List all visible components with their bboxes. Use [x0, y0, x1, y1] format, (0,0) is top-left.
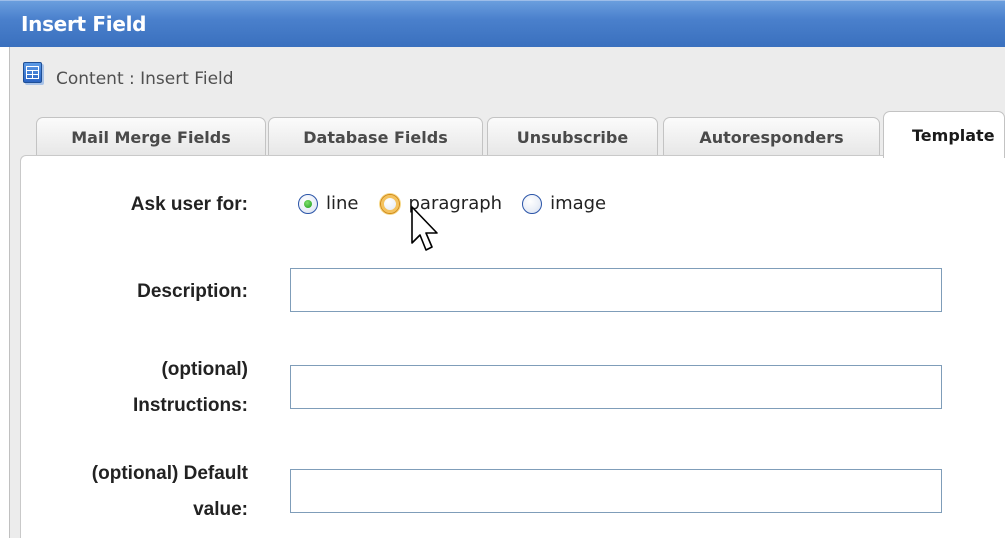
description-label: Description: — [137, 281, 248, 302]
window-title: Insert Field — [21, 12, 147, 36]
tab-mail-merge-fields[interactable]: Mail Merge Fields — [36, 117, 266, 157]
tab-template[interactable]: Template — [883, 111, 1005, 158]
description-input[interactable] — [290, 268, 942, 312]
window-title-bar: Insert Field — [0, 0, 1005, 47]
tab-autoresponders[interactable]: Autoresponders — [663, 117, 880, 157]
radio-image-label[interactable]: image — [550, 193, 606, 214]
radio-paragraph[interactable] — [380, 193, 401, 214]
radio-line-label[interactable]: line — [326, 193, 358, 214]
content-grid-icon — [23, 62, 42, 83]
default-value-input[interactable] — [290, 469, 942, 513]
default-value-label-line1: (optional) Default — [91, 463, 248, 484]
radio-image[interactable] — [522, 193, 543, 214]
default-value-label-line2: value: — [193, 499, 248, 520]
instructions-input[interactable] — [290, 365, 942, 409]
instructions-label-line1: (optional) — [161, 359, 248, 380]
ask-user-radio-group: line paragraph image — [298, 193, 606, 214]
arrow-pointer-icon — [411, 206, 438, 251]
breadcrumb: Content : Insert Field — [56, 69, 234, 89]
instructions-label-line2: Instructions: — [132, 395, 248, 416]
tab-unsubscribe[interactable]: Unsubscribe — [487, 117, 658, 157]
radio-line[interactable] — [298, 193, 318, 214]
tab-database-fields[interactable]: Database Fields — [268, 117, 483, 157]
ask-user-label: Ask user for: — [130, 194, 248, 215]
